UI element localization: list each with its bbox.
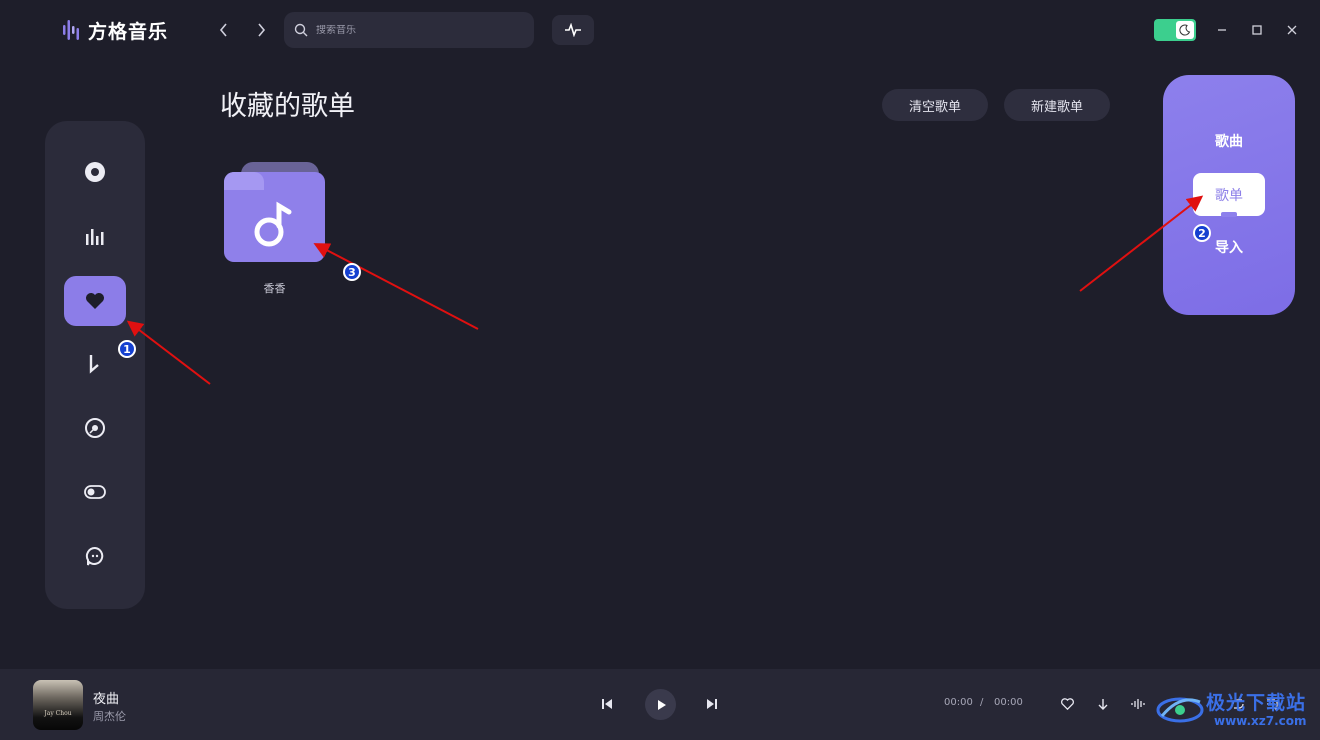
- album-cover[interactable]: Jay Chou: [33, 680, 83, 730]
- clear-playlists-button[interactable]: 清空歌单: [882, 89, 988, 121]
- popup-indicator: [1221, 212, 1237, 217]
- arrow-down-icon: [1098, 698, 1108, 710]
- folder-tab: [224, 172, 264, 190]
- disc-icon: [85, 162, 105, 182]
- sidebar: [45, 121, 145, 609]
- arrow-3: [313, 243, 479, 330]
- play-icon: [657, 699, 666, 710]
- sound-effect-button[interactable]: [1130, 696, 1146, 712]
- forward-button[interactable]: [250, 19, 272, 41]
- current-time: 00:00: [944, 697, 973, 708]
- maximize-icon: [1252, 25, 1262, 35]
- chat-icon: [85, 546, 104, 566]
- annotation-badge-1: 1: [118, 340, 136, 358]
- sidebar-item-settings[interactable]: [64, 467, 126, 517]
- heart-icon: [86, 293, 104, 309]
- playlist-card[interactable]: 香香: [224, 160, 326, 300]
- next-icon: [707, 699, 717, 709]
- sidebar-item-charts[interactable]: [64, 211, 126, 261]
- playlist-name: 香香: [263, 282, 286, 295]
- annotation-arrows: [126, 195, 1204, 385]
- watermark-text: 极光下载站: [1206, 692, 1307, 714]
- like-button[interactable]: [1059, 696, 1075, 712]
- recognize-button[interactable]: [552, 15, 594, 45]
- popup-label-import[interactable]: 导入: [1163, 237, 1295, 257]
- album-text: Jay Chou: [44, 710, 72, 717]
- annotation-badge-2: 2: [1193, 224, 1211, 242]
- logo-waveform-icon: [62, 19, 82, 41]
- maximize-button[interactable]: [1247, 20, 1267, 40]
- play-button[interactable]: [645, 689, 676, 720]
- next-button[interactable]: [704, 696, 720, 712]
- chevron-left-icon: [219, 23, 227, 37]
- sidebar-item-downloads[interactable]: [64, 339, 126, 389]
- time-separator: /: [980, 697, 984, 708]
- search-box[interactable]: [284, 12, 534, 48]
- search-input[interactable]: [316, 24, 506, 36]
- popup-option-playlist[interactable]: 歌单: [1193, 173, 1265, 216]
- theme-toggle[interactable]: [1154, 19, 1196, 41]
- annotation-badge-3: 3: [343, 263, 361, 281]
- minimize-button[interactable]: [1212, 20, 1232, 40]
- chevron-right-icon: [258, 23, 266, 37]
- sidebar-item-feedback[interactable]: [64, 531, 126, 581]
- total-time: 00:00: [994, 697, 1023, 708]
- music-note-icon: [252, 200, 294, 252]
- app-name: 方格音乐: [88, 20, 169, 43]
- heart-outline-icon: [1060, 698, 1074, 710]
- popup-label-songs[interactable]: 歌曲: [1163, 131, 1295, 151]
- watermark-url: www.xz7.com: [1214, 714, 1307, 728]
- app-logo: 方格音乐: [62, 16, 168, 44]
- song-artist: 周杰伦: [93, 710, 126, 723]
- sidebar-item-local[interactable]: [64, 403, 126, 453]
- previous-button[interactable]: [599, 696, 615, 712]
- import-popup: 歌曲 歌单 导入: [1163, 75, 1295, 315]
- new-playlist-button[interactable]: 新建歌单: [1004, 89, 1110, 121]
- sidebar-item-favorites[interactable]: [64, 276, 126, 326]
- chart-icon: [86, 229, 104, 245]
- toggle-icon: [84, 485, 106, 499]
- close-button[interactable]: [1282, 20, 1302, 40]
- close-icon: [1287, 25, 1297, 35]
- download-icon: [89, 355, 99, 374]
- equalizer-icon: [1131, 699, 1145, 709]
- moon-icon: [1176, 21, 1194, 39]
- player-bar: Jay Chou 夜曲 周杰伦 00:00 / 00:00: [0, 669, 1320, 740]
- vinyl-icon: [85, 418, 105, 438]
- previous-icon: [602, 699, 612, 709]
- download-button[interactable]: [1095, 696, 1111, 712]
- minimize-icon: [1218, 29, 1226, 31]
- back-button[interactable]: [213, 19, 235, 41]
- watermark-logo-icon: [1156, 697, 1204, 723]
- pulse-icon: [565, 23, 581, 37]
- sidebar-item-discover[interactable]: [64, 147, 126, 197]
- watermark: 极光下载站 www.xz7.com: [1156, 686, 1316, 734]
- song-title: 夜曲: [93, 692, 120, 707]
- search-icon: [294, 23, 308, 37]
- page-title: 收藏的歌单: [220, 91, 355, 122]
